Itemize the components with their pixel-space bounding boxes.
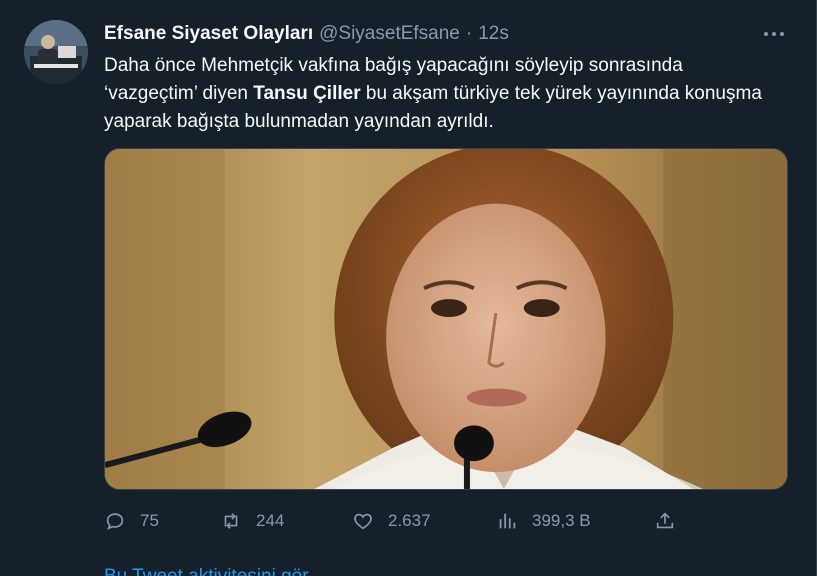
separator-dot: · [465,23,473,44]
more-icon[interactable] [758,22,790,46]
tweet[interactable]: Efsane Siyaset Olayları @SiyasetEfsane ·… [0,0,816,576]
tweet-header: Efsane Siyaset Olayları @SiyasetEfsane ·… [104,22,509,46]
reply-button[interactable]: 75 [104,506,159,536]
retweet-button[interactable]: 244 [220,506,284,536]
share-icon [656,512,674,529]
tweet-activity-link[interactable]: Bu Tweet aktivitesini gör [104,566,309,576]
tweet-timestamp[interactable]: 12s [478,23,509,45]
share-button[interactable] [654,506,690,536]
views-button[interactable]: 399,3 B [496,506,591,536]
reply-count: 75 [140,511,159,530]
retweet-count: 244 [256,511,285,530]
app-frame: Efsane Siyaset Olayları @SiyasetEfsane ·… [0,0,817,576]
reply-icon [106,513,124,530]
like-count: 2.637 [388,511,431,530]
tweet-text-bold-name: Tansu Çiller [253,83,361,104]
retweet-icon [224,513,238,529]
tweet-media-photo[interactable] [104,148,788,490]
tweet-text: Daha önce Mehmetçik vakfına bağış yapaca… [104,52,764,136]
views-count: 399,3 B [532,511,591,530]
like-button[interactable]: 2.637 [352,506,431,536]
author-name[interactable]: Efsane Siyaset Olayları [104,23,313,45]
author-handle[interactable]: @SiyasetEfsane [319,23,460,45]
avatar[interactable] [24,20,88,84]
heart-icon [354,513,372,530]
views-icon [499,513,516,529]
tweet-actions: 75 244 2.637 399,3 B [104,506,684,536]
